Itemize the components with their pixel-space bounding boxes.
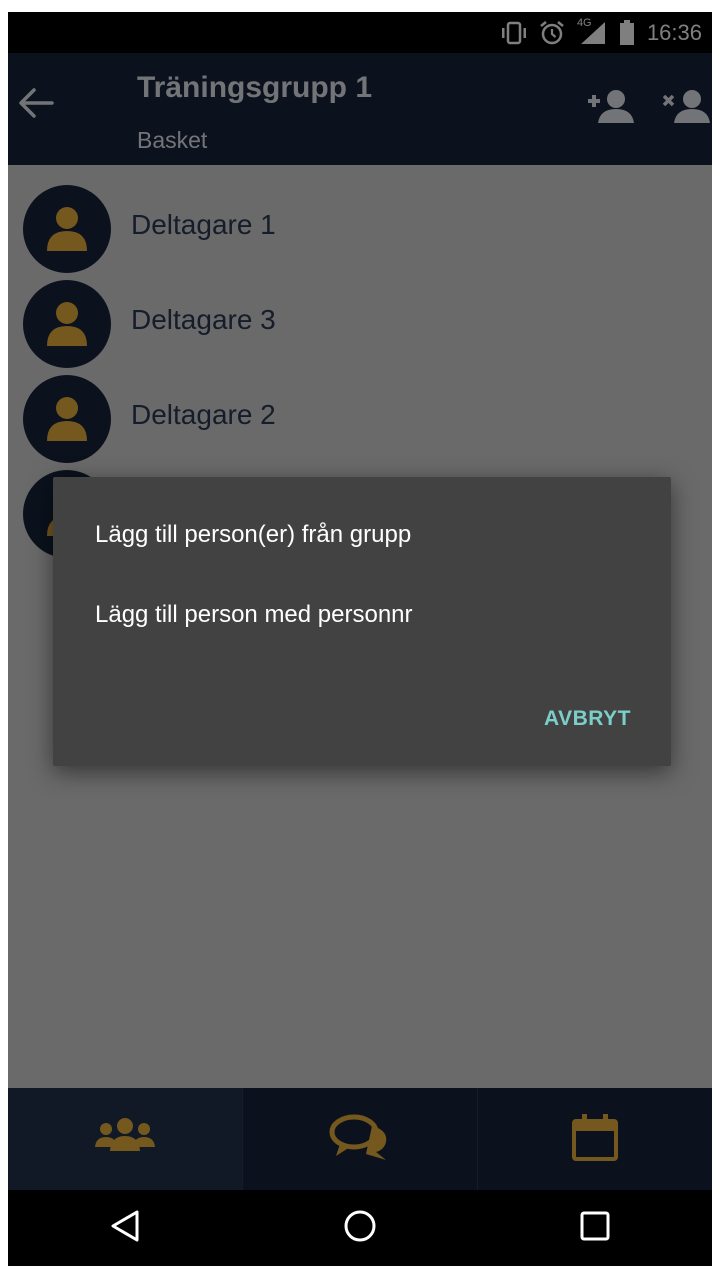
back-triangle-icon (109, 1209, 141, 1248)
nav-back-button[interactable] (85, 1198, 165, 1258)
app-screen: 4G 16:36 Träningsgrupp 1 Basket (8, 12, 712, 1266)
nav-home-button[interactable] (320, 1198, 400, 1258)
system-nav-bar (8, 1190, 712, 1266)
add-person-dialog: Lägg till person(er) från grupp Lägg til… (53, 477, 671, 766)
option-add-from-group[interactable]: Lägg till person(er) från grupp (95, 521, 411, 549)
option-add-by-personnr[interactable]: Lägg till person med personnr (95, 601, 413, 629)
recents-square-icon (579, 1210, 611, 1247)
nav-recents-button[interactable] (555, 1198, 635, 1258)
home-circle-icon (343, 1209, 377, 1248)
cancel-button[interactable]: AVBRYT (544, 707, 631, 731)
